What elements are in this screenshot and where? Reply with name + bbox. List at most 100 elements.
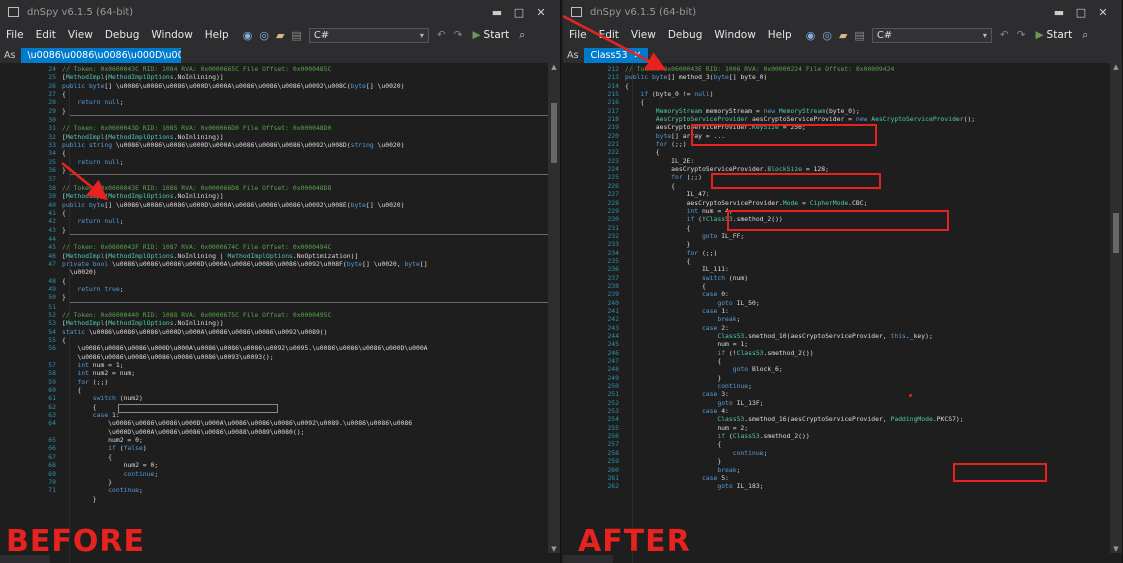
forward-icon[interactable]: ◎ xyxy=(259,29,269,42)
code-line: 43} xyxy=(0,226,548,234)
code-line: 250 continue; xyxy=(563,382,1110,390)
code-editor[interactable]: 212 // Token: 0x0600043E RID: 1006 RVA: 0… xyxy=(563,63,1122,563)
line-number: 231 xyxy=(607,223,619,232)
code-text: public string \u0086\u0086\u0086\u000D\u… xyxy=(62,141,405,150)
code-text: AesCryptoServiceProvider aesCryptoServic… xyxy=(655,115,976,124)
line-number: 224 xyxy=(607,165,619,174)
menu-help[interactable]: Help xyxy=(768,29,792,41)
code-line: 256 if (Class53.smethod_2()) xyxy=(563,432,1110,440)
minimize-icon[interactable]: ▬ xyxy=(1048,6,1070,19)
code-text: aesCryptoServiceProvider.Mode = CipherMo… xyxy=(625,198,868,207)
open-folder-icon[interactable]: ▰ xyxy=(839,29,847,42)
line-number: 216 xyxy=(607,98,619,107)
code-line: 241 case 1: xyxy=(563,307,1110,315)
code-text: \u0020) xyxy=(62,268,97,277)
redo-icon[interactable]: ↷ xyxy=(454,29,463,41)
line-number: 24 xyxy=(48,65,56,73)
line-number: 262 xyxy=(607,482,619,491)
menu-file[interactable]: File xyxy=(6,29,24,41)
menu-window[interactable]: Window xyxy=(151,29,192,41)
line-number: 69 xyxy=(48,469,56,478)
code-text: for (;;) xyxy=(686,248,718,257)
menu-bar: File Edit View Debug Window Help ◉ ◎ ▰ ▤… xyxy=(563,24,1122,46)
caret-line-box xyxy=(118,404,278,413)
start-button[interactable]: ▶ Start xyxy=(472,29,509,41)
menu-edit[interactable]: Edit xyxy=(599,29,619,41)
start-button[interactable]: ▶ Start xyxy=(1035,29,1072,41)
code-line: 227 IL_47: xyxy=(563,190,1110,198)
open-folder-icon[interactable]: ▰ xyxy=(276,29,284,42)
line-number: 41 xyxy=(48,208,56,217)
back-icon[interactable]: ◉ xyxy=(806,29,816,42)
menu-view[interactable]: View xyxy=(68,29,93,41)
maximize-icon[interactable]: □ xyxy=(1070,6,1092,19)
code-text: } xyxy=(62,477,113,486)
code-line: 29} xyxy=(0,107,548,115)
code-text: for (;;) xyxy=(655,140,687,149)
play-icon: ▶ xyxy=(472,29,481,41)
highlight-keysize xyxy=(691,124,877,146)
line-number: 260 xyxy=(607,465,619,474)
line-number: 54 xyxy=(48,327,56,336)
code-text: num = 1; xyxy=(625,340,749,349)
save-icon[interactable]: ▤ xyxy=(291,29,301,42)
code-text: num2 = 0; xyxy=(62,461,159,470)
code-line: 236 IL_111: xyxy=(563,265,1110,273)
menu-file[interactable]: File xyxy=(569,29,587,41)
scroll-up-icon[interactable]: ▲ xyxy=(1110,63,1122,71)
close-icon[interactable]: ✕ xyxy=(1092,6,1114,19)
tab-class53[interactable]: Class53 ✕ xyxy=(584,48,648,63)
line-number: 235 xyxy=(607,256,619,265)
scroll-thumb[interactable] xyxy=(1113,213,1119,253)
close-icon[interactable]: ✕ xyxy=(530,6,552,19)
language-select[interactable]: C# ▾ xyxy=(871,27,992,43)
tab-close-icon[interactable]: ✕ xyxy=(634,50,642,61)
code-text: { xyxy=(62,336,66,344)
line-number: 64 xyxy=(48,419,56,428)
minimize-icon[interactable]: ▬ xyxy=(486,6,508,19)
menu-help[interactable]: Help xyxy=(205,29,229,41)
menu-debug[interactable]: Debug xyxy=(105,29,140,41)
menu-view[interactable]: View xyxy=(631,29,656,41)
scroll-up-icon[interactable]: ▲ xyxy=(548,63,560,71)
forward-icon[interactable]: ◎ xyxy=(822,29,832,42)
tab-label: \u0086\u0086\u0086\u000D\u000A\u00... xyxy=(27,50,181,61)
save-icon[interactable]: ▤ xyxy=(854,29,864,42)
redo-icon[interactable]: ↷ xyxy=(1017,29,1026,41)
code-text: { xyxy=(625,281,706,290)
tab-document[interactable]: \u0086\u0086\u0086\u000D\u000A\u00... ✕ xyxy=(21,48,182,63)
code-text: goto IL_FF; xyxy=(701,231,745,240)
line-number: 223 xyxy=(607,156,619,165)
code-line: 56 \u0086\u0086\u0086\u000D\u000A\u0086\… xyxy=(0,344,548,352)
scroll-down-icon[interactable]: ▼ xyxy=(1110,545,1122,553)
vertical-scrollbar[interactable]: ▲ ▼ xyxy=(1110,63,1122,553)
search-icon[interactable]: ⌕ xyxy=(519,29,525,42)
vertical-scrollbar[interactable]: ▲ ▼ xyxy=(548,63,560,553)
menu-debug[interactable]: Debug xyxy=(668,29,703,41)
language-value: C# xyxy=(876,29,893,41)
undo-icon[interactable]: ↶ xyxy=(1000,29,1009,41)
code-editor[interactable]: 24 // Token: 0x0600043C RID: 1084 RVA: 0x… xyxy=(0,63,560,563)
code-text: { xyxy=(62,276,66,285)
code-text: Class53.smethod_10(aesCryptoServiceProvi… xyxy=(717,332,933,340)
scroll-thumb[interactable] xyxy=(551,103,557,163)
maximize-icon[interactable]: □ xyxy=(508,6,530,19)
language-select[interactable]: C# ▾ xyxy=(308,27,429,43)
code-line: 254 Class53.smethod_16(aesCryptoServiceP… xyxy=(563,415,1110,423)
search-icon[interactable]: ⌕ xyxy=(1082,29,1088,42)
language-value: C# xyxy=(313,29,330,41)
code-text: goto IL_50; xyxy=(717,298,760,307)
undo-icon[interactable]: ↶ xyxy=(437,29,446,41)
line-number: 254 xyxy=(607,415,619,424)
scroll-down-icon[interactable]: ▼ xyxy=(548,545,560,553)
line-number: 212 xyxy=(607,65,619,73)
code-line: 239 case 0: xyxy=(563,290,1110,298)
menu-window[interactable]: Window xyxy=(714,29,755,41)
code-text: } xyxy=(625,457,722,466)
back-icon[interactable]: ◉ xyxy=(243,29,253,42)
code-text: // Token: 0x0600043E RID: 1006 RVA: 0x00… xyxy=(625,65,895,73)
code-text: [MethodImpl(MethodImplOptions.NoInlining… xyxy=(62,251,359,260)
menu-edit[interactable]: Edit xyxy=(36,29,56,41)
line-number: 237 xyxy=(607,273,619,282)
highlight-blocksize xyxy=(711,173,881,189)
